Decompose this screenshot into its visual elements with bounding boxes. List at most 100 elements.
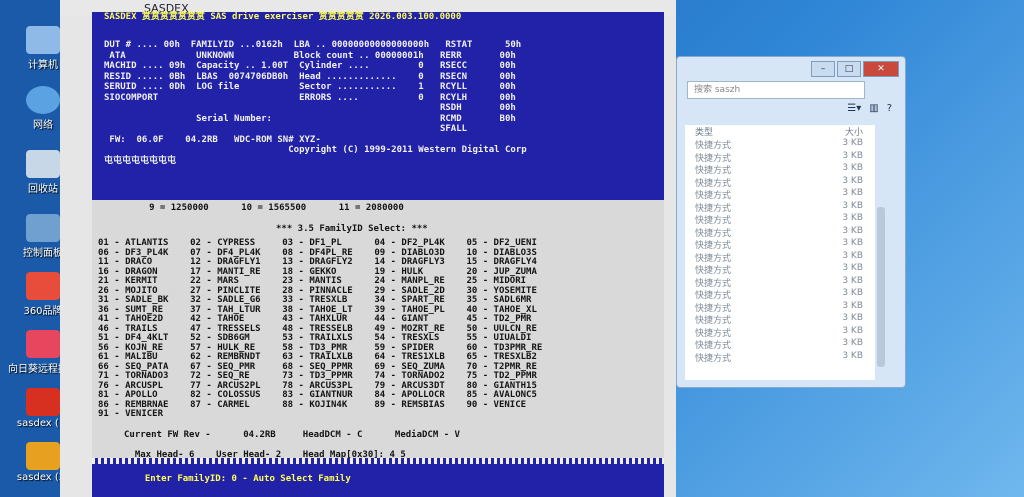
family-row: 31 - SADLE_BK 32 - SADLE_G6 33 - TRESXLB…	[98, 295, 532, 305]
list-item[interactable]: 快捷方式 3 KB	[685, 176, 875, 189]
file-type: 快捷方式	[695, 341, 732, 351]
file-type: 快捷方式	[695, 266, 732, 276]
file-size: 3 KB	[842, 175, 863, 186]
family-row: 86 - REMBRNAE 87 - CARMEL 88 - KOJIN4K 8…	[98, 399, 527, 410]
separator	[92, 458, 664, 464]
file-size: 3 KB	[842, 200, 863, 211]
file-type: 快捷方式	[695, 241, 732, 251]
maximize-button[interactable]: □	[837, 61, 861, 77]
list-item[interactable]: 快捷方式 3 KB	[685, 251, 875, 264]
file-size: 3 KB	[842, 300, 863, 311]
list-item[interactable]: 快捷方式 3 KB	[685, 288, 875, 301]
file-size: 3 KB	[842, 150, 863, 161]
file-type: 快捷方式	[695, 203, 732, 214]
file-size: 3 KB	[842, 213, 863, 223]
file-type: 快捷方式	[695, 303, 732, 314]
family-prompt[interactable]: Enter FamilyID: 0 - Auto Select Family	[134, 474, 351, 484]
list-item[interactable]: 快捷方式 3 KB	[685, 163, 875, 176]
status-line: SFALL	[104, 124, 468, 134]
list-header: 类型 大小	[685, 125, 875, 138]
view-options-icon[interactable]: ☰▾	[847, 103, 861, 123]
desktop-icon-label: 360品牌	[23, 306, 63, 317]
select-header: *** 3.5 FamilyID Select: ***	[276, 224, 428, 234]
file-size: 3 KB	[842, 313, 863, 323]
file-type: 快捷方式	[695, 153, 732, 164]
list-item[interactable]: 快捷方式 3 KB	[685, 326, 875, 339]
speed-line: 9 = 1250000 10 = 1565500 11 = 2080000	[122, 203, 404, 213]
status-line: RSDH 00h	[104, 103, 516, 113]
drive-status-panel: SASDEX 赏赏赏赏赏赏赏 SAS drive exerciser 赏赏赏赏赏…	[92, 12, 664, 200]
file-size: 3 KB	[842, 263, 863, 273]
file-type: 快捷方式	[695, 191, 732, 201]
family-row: 76 - ARCUSPL 77 - ARCUS2PL 78 - ARCUS3PL…	[98, 380, 537, 391]
file-type: 快捷方式	[695, 278, 732, 289]
scrollbar[interactable]	[877, 207, 885, 367]
list-item[interactable]: 快捷方式 3 KB	[685, 226, 875, 239]
family-select-panel: 9 = 1250000 10 = 1565500 11 = 2080000 **…	[92, 200, 664, 460]
file-size: 3 KB	[842, 250, 863, 261]
family-row: 26 - MOJITO 27 - PINCLITE 28 - PINNACLE …	[98, 285, 537, 296]
list-item[interactable]: 快捷方式 3 KB	[685, 238, 875, 251]
list-item[interactable]: 快捷方式 3 KB	[685, 313, 875, 326]
family-row: 46 - TRAILS 47 - TRESSELS 48 - TRESSELB …	[98, 323, 537, 334]
list-item[interactable]: 快捷方式 3 KB	[685, 351, 875, 364]
family-row: 81 - APOLLO 82 - COLOSSUS 83 - GIANTNUR …	[98, 390, 537, 400]
header-line: SASDEX 赏赏赏赏赏赏赏 SAS drive exerciser 赏赏赏赏赏…	[104, 12, 462, 22]
list-item[interactable]: 快捷方式 3 KB	[685, 301, 875, 314]
status-line: RESID ..... 0Bh LBAS 0074706DB0h Head ..…	[104, 71, 516, 82]
file-rows: 快捷方式 3 KB 快捷方式 3 KB 快捷方式 3 KB 快捷方式 3 KB 快捷方式 3 KB…	[685, 138, 875, 364]
desktop-icon-label: 回收站	[28, 184, 58, 195]
close-button[interactable]: ✕	[863, 61, 899, 77]
list-item[interactable]: 快捷方式 3 KB	[685, 338, 875, 351]
status-line: Serial Number: RCMD B0h	[104, 113, 516, 124]
file-list: 类型 大小 快捷方式 3 KB 快捷方式 3 KB 快捷方式 3 KB 快捷方式 3 KB 快捷…	[685, 125, 875, 380]
search-input[interactable]: 搜索 saszh	[687, 81, 865, 99]
preview-pane-icon[interactable]: ▥	[869, 103, 878, 123]
status-line: 屯屯屯屯屯屯屯屯	[104, 155, 177, 166]
file-type: 快捷方式	[695, 253, 732, 264]
file-size: 3 KB	[842, 350, 863, 361]
column-type[interactable]: 类型	[685, 125, 813, 138]
help-icon[interactable]: ?	[887, 103, 892, 123]
file-size: 3 KB	[842, 138, 863, 148]
family-row: 16 - DRAGON 17 - MANTI_RE 18 - GEKKO 19 …	[98, 266, 537, 277]
file-type: 快捷方式	[695, 228, 732, 239]
list-item[interactable]: 快捷方式 3 KB	[685, 138, 875, 151]
file-size: 3 KB	[842, 188, 863, 198]
info-line: Current FW Rev - 04.2RB HeadDCM - C Medi…	[124, 430, 460, 440]
family-row: 11 - DRACO 12 - DRAGFLY1 13 - DRAGFLY2 1…	[98, 257, 537, 267]
status-line: Copyright (C) 1999-2011 Western Digital …	[104, 145, 527, 155]
desktop-icon-label: 控制面板	[23, 248, 63, 259]
column-size[interactable]: 大小	[813, 125, 863, 138]
status-line: DUT # .... 00h FAMILYID ...0162h LBA .. …	[104, 40, 522, 50]
file-type: 快捷方式	[695, 353, 732, 364]
list-item[interactable]: 快捷方式 3 KB	[685, 151, 875, 164]
family-row: 56 - KOJN_RE 57 - HULK_RE 58 - TD3_PMR 5…	[98, 342, 543, 353]
list-item[interactable]: 快捷方式 3 KB	[685, 276, 875, 289]
minimize-button[interactable]: –	[811, 61, 835, 77]
list-item[interactable]: 快捷方式 3 KB	[685, 213, 875, 226]
file-type: 快捷方式	[695, 141, 732, 151]
list-item[interactable]: 快捷方式 3 KB	[685, 263, 875, 276]
status-line: SERUID .... 0Dh LOG file Sector ........…	[104, 82, 516, 92]
list-item[interactable]: 快捷方式 3 KB	[685, 201, 875, 214]
family-row: 66 - SEQ_PATA 67 - SEQ_PMR 68 - SEQ_PPMR…	[98, 361, 537, 372]
family-row: 61 - MALIBU 62 - REMBRNDT 63 - TRAILXLB …	[98, 352, 537, 362]
file-type: 快捷方式	[695, 166, 732, 176]
family-row: 36 - SUMT_RE 37 - TAH_LTUR 38 - TAHOE_LT…	[98, 304, 537, 315]
family-row: 51 - DF4_4KLT 52 - SDB6GM 53 - TRAILXLS …	[98, 333, 532, 343]
file-size: 3 KB	[842, 225, 863, 236]
family-row: 06 - DF3_PL4K 07 - DF4_PL4K 08 - DF4PL_R…	[98, 247, 537, 258]
file-size: 3 KB	[842, 325, 863, 336]
explorer-toolbar: ☰▾ ▥ ?	[687, 103, 892, 123]
status-line: SIOCOMPORT ERRORS .... 0 RCYLH 00h	[104, 92, 516, 103]
status-line: FW: 06.0F 04.2RB WDC-ROM SN# XYZ-	[104, 134, 321, 145]
file-size: 3 KB	[842, 163, 863, 173]
file-size: 3 KB	[842, 288, 863, 298]
family-row: 21 - KERMIT 22 - MARS 23 - MANTIS 24 - M…	[98, 276, 527, 286]
list-item[interactable]: 快捷方式 3 KB	[685, 188, 875, 201]
file-size: 3 KB	[842, 275, 863, 286]
explorer-window[interactable]: – □ ✕ 搜索 saszh ☰▾ ▥ ? 类型 大小 快捷方式 3 KB 快捷方式…	[676, 56, 906, 388]
file-size: 3 KB	[842, 238, 863, 248]
file-type: 快捷方式	[695, 291, 732, 301]
